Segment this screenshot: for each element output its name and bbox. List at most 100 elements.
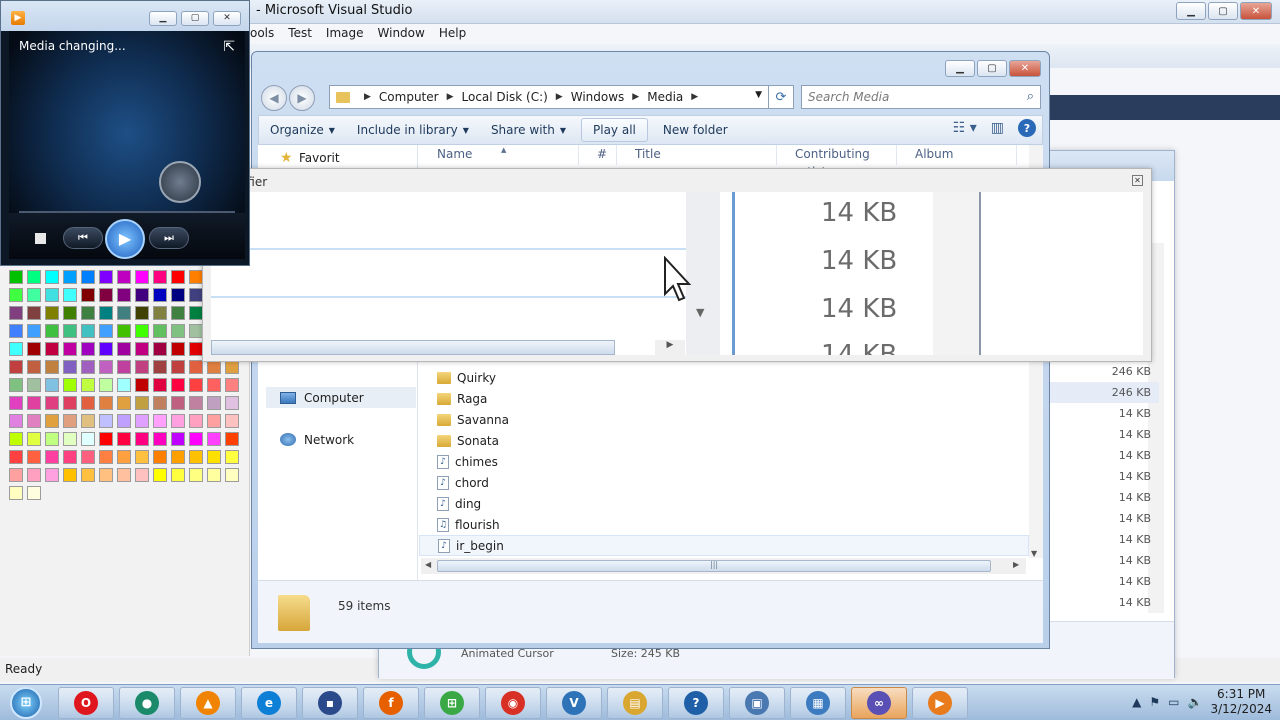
color-swatch[interactable] (153, 378, 167, 392)
color-swatch[interactable] (135, 288, 149, 302)
search-icon[interactable]: ⌕ (1027, 89, 1034, 104)
search-input[interactable] (808, 90, 1008, 104)
color-swatch[interactable] (9, 288, 23, 302)
stop-button[interactable] (35, 233, 46, 244)
taskbar-control-panel-button[interactable]: ▦ (790, 687, 846, 719)
previous-button[interactable]: ⏮ (63, 227, 103, 249)
breadcrumb-separator-icon[interactable]: ▶ (364, 92, 371, 102)
color-swatch[interactable] (63, 324, 77, 338)
color-swatch[interactable] (45, 306, 59, 320)
color-swatch[interactable] (117, 306, 131, 320)
color-swatch[interactable] (189, 396, 203, 410)
color-swatch[interactable] (225, 450, 239, 464)
menu-image[interactable]: Image (326, 26, 364, 40)
color-swatch[interactable] (117, 342, 131, 356)
color-swatch[interactable] (81, 468, 95, 482)
color-swatch[interactable] (135, 342, 149, 356)
color-swatch[interactable] (63, 378, 77, 392)
nav-favorites[interactable]: Favorit (299, 151, 340, 165)
file-row[interactable]: ♪ chord (419, 472, 1029, 493)
explorer-minimize-button[interactable]: ▁ (945, 60, 975, 77)
color-swatch[interactable] (171, 450, 185, 464)
player-minimize-button[interactable]: ▁ (149, 11, 177, 26)
color-swatch[interactable] (45, 450, 59, 464)
color-swatch[interactable] (135, 450, 149, 464)
color-swatch[interactable] (117, 450, 131, 464)
file-row[interactable]: Savanna (419, 409, 1029, 430)
color-swatch[interactable] (63, 288, 77, 302)
color-swatch[interactable] (45, 468, 59, 482)
taskbar-firefox-button[interactable]: f (363, 687, 419, 719)
color-swatch[interactable] (117, 324, 131, 338)
taskbar-opera-button[interactable]: O (58, 687, 114, 719)
color-swatch[interactable] (117, 396, 131, 410)
color-swatch[interactable] (153, 360, 167, 374)
color-swatch[interactable] (153, 468, 167, 482)
color-swatch[interactable] (153, 414, 167, 428)
color-swatch[interactable] (9, 396, 23, 410)
nav-item-computer[interactable]: Computer (266, 387, 416, 408)
color-swatch[interactable] (189, 360, 203, 374)
vs-maximize-button[interactable]: ▢ (1208, 2, 1238, 20)
color-swatch[interactable] (189, 468, 203, 482)
color-swatch[interactable] (189, 450, 203, 464)
color-swatch[interactable] (9, 450, 23, 464)
vs-close-button[interactable]: ✕ (1240, 2, 1272, 20)
color-swatch[interactable] (63, 450, 77, 464)
color-swatch[interactable] (117, 360, 131, 374)
color-swatch[interactable] (27, 396, 41, 410)
color-swatch[interactable] (63, 360, 77, 374)
scroll-down-icon[interactable]: ▼ (1031, 549, 1037, 558)
color-swatch[interactable] (63, 414, 77, 428)
color-swatch[interactable] (189, 270, 203, 284)
color-swatch[interactable] (207, 432, 221, 446)
breadcrumb-separator-icon[interactable]: ▶ (447, 92, 454, 102)
color-swatch[interactable] (9, 414, 23, 428)
color-swatch[interactable] (99, 342, 113, 356)
play-all-button[interactable]: Play all (581, 118, 648, 142)
color-swatch[interactable] (225, 414, 239, 428)
scroll-right-icon[interactable]: ▶ (1013, 560, 1019, 569)
magnifier-window[interactable]: Magnifier ✕ ▼ 14 KB 14 KB 14 KB 14 KB ▶ (202, 168, 1152, 362)
color-swatch[interactable] (27, 360, 41, 374)
color-swatch[interactable] (45, 342, 59, 356)
taskbar-media-player-button[interactable]: ▶ (912, 687, 968, 719)
color-swatch[interactable] (45, 360, 59, 374)
color-swatch[interactable] (27, 324, 41, 338)
explorer-maximize-button[interactable]: ▢ (977, 60, 1007, 77)
color-swatch[interactable] (9, 342, 23, 356)
help-icon[interactable]: ? (1018, 119, 1036, 137)
color-swatch[interactable] (81, 450, 95, 464)
color-swatch[interactable] (99, 432, 113, 446)
color-swatch[interactable] (153, 324, 167, 338)
color-swatch[interactable] (207, 450, 221, 464)
color-swatch[interactable] (171, 360, 185, 374)
color-swatch[interactable] (135, 432, 149, 446)
color-swatch[interactable] (99, 468, 113, 482)
color-swatch[interactable] (99, 288, 113, 302)
color-swatch[interactable] (9, 324, 23, 338)
color-swatch[interactable] (135, 396, 149, 410)
column-contributing-artists[interactable]: Contributing artists (777, 145, 897, 179)
explorer-close-button[interactable]: ✕ (1009, 60, 1041, 77)
color-swatch[interactable] (171, 432, 185, 446)
menu-help[interactable]: Help (439, 26, 466, 40)
color-swatch[interactable] (81, 306, 95, 320)
media-player-window[interactable]: ▶ ▁ ▢ ✕ Media changing... ⇱ ⏮ ▶ ⏭ (0, 0, 250, 266)
color-swatch[interactable] (153, 270, 167, 284)
back-button[interactable]: ◀ (261, 85, 287, 111)
color-swatch[interactable] (27, 486, 41, 500)
color-swatch[interactable] (189, 288, 203, 302)
nav-item-network[interactable]: Network (266, 429, 416, 450)
show-hidden-icons-icon[interactable]: ▲ (1132, 695, 1141, 709)
color-swatch[interactable] (81, 414, 95, 428)
color-swatch[interactable] (153, 396, 167, 410)
address-dropdown-icon[interactable]: ▼ (755, 90, 762, 100)
column-album[interactable]: Album (897, 145, 1017, 165)
preview-pane-icon[interactable]: ▥ (991, 120, 1004, 136)
color-swatch[interactable] (153, 432, 167, 446)
color-swatch[interactable] (135, 306, 149, 320)
color-swatch[interactable] (207, 468, 221, 482)
color-swatch[interactable] (171, 468, 185, 482)
color-swatch[interactable] (45, 396, 59, 410)
